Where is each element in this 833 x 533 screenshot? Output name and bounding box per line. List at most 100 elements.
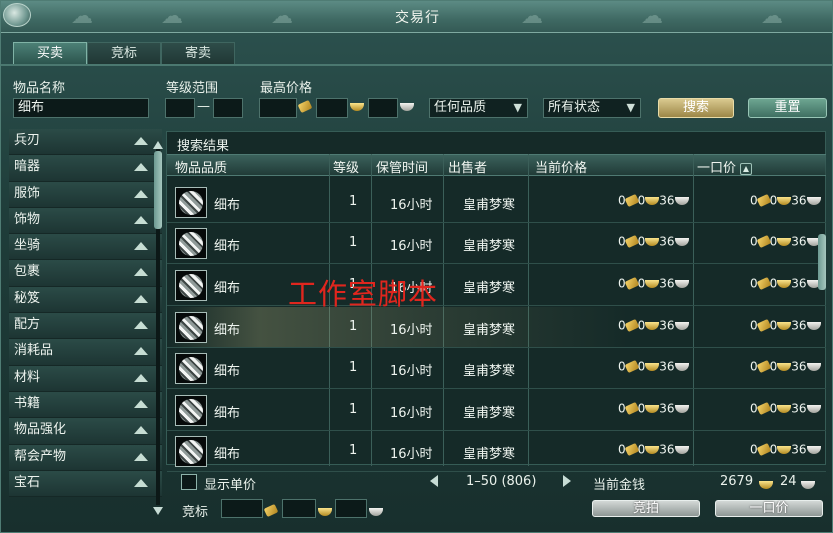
expand-arrow-icon[interactable]	[134, 373, 148, 382]
category-list: 兵刃 暗器 服饰 饰物 坐骑 包裹 秘笈配方消耗品材料 书籍物品强化帮会产物 宝石	[9, 129, 162, 519]
bid-button[interactable]: 竞拍	[592, 500, 700, 517]
gold-ingot-icon	[297, 99, 315, 117]
sort-ascending-icon[interactable]	[740, 162, 753, 175]
category-item[interactable]: 帮会产物	[9, 444, 162, 471]
yuanbao-icon	[777, 237, 792, 246]
bid-gold-input[interactable]	[221, 499, 263, 518]
item-seller: 皇甫梦寒	[463, 364, 516, 379]
max-price-gold-input[interactable]	[259, 98, 297, 118]
cloth-item-icon[interactable]	[175, 228, 207, 259]
price-copper: 36	[791, 318, 807, 333]
max-price-copper-input[interactable]	[368, 98, 398, 118]
item-level: 1	[349, 235, 358, 250]
silver-ingot-icon	[674, 279, 689, 288]
category-item[interactable]: 坐骑	[9, 234, 162, 261]
chevron-down-icon: ▼	[513, 101, 522, 114]
price-copper: 36	[791, 359, 807, 374]
expand-arrow-icon[interactable]	[134, 189, 148, 198]
table-row[interactable]: 细布 1 16小时 皇甫梦寒 0 0 36 0 0 36	[167, 307, 826, 348]
scroll-thumb[interactable]	[818, 234, 826, 290]
tab-bidding[interactable]: 竞标	[87, 42, 161, 64]
category-item[interactable]: 宝石	[9, 470, 162, 498]
results-scrollbar[interactable]	[817, 154, 827, 464]
prev-page-arrow-icon[interactable]	[430, 475, 438, 487]
category-item[interactable]: 配方	[9, 313, 162, 340]
next-page-arrow-icon[interactable]	[563, 475, 571, 487]
col-seller[interactable]: 出售者	[448, 157, 487, 176]
col-quality[interactable]: 物品品质	[175, 157, 227, 176]
table-row[interactable]: 细布 1 16小时 皇甫梦寒 0 0 36 0 0 36	[167, 223, 826, 264]
col-buyout[interactable]: 一口价	[697, 157, 753, 176]
cloth-item-icon[interactable]	[175, 353, 207, 384]
cloth-item-icon[interactable]	[175, 395, 207, 426]
expand-arrow-icon[interactable]	[134, 347, 148, 356]
category-item[interactable]: 饰物	[9, 207, 162, 235]
buyout-price: 0 0 36	[750, 442, 821, 457]
results-panel: 搜索结果 物品品质 等级 保管时间 出售者 当前价格 一口价 细布 1 16小时 皇甫…	[166, 131, 826, 472]
current-price: 0 0 36	[618, 276, 689, 291]
cloth-item-icon[interactable]	[175, 187, 207, 218]
table-row[interactable]: 细布 1 16小时 皇甫梦寒 0 0 36 0 0 36	[167, 348, 826, 389]
col-level[interactable]: 等级	[333, 157, 359, 176]
status-select[interactable]: 所有状态 ▼	[543, 98, 641, 118]
show-unit-price-label: 显示单价	[204, 478, 257, 493]
buyout-price: 0 0 36	[750, 234, 821, 249]
expand-arrow-icon[interactable]	[134, 321, 148, 330]
bid-copper-input[interactable]	[335, 499, 367, 518]
cloth-item-icon[interactable]	[175, 436, 207, 467]
category-item[interactable]: 书籍	[9, 391, 162, 419]
category-item[interactable]: 消耗品	[9, 339, 162, 366]
title-bar[interactable]: ☁ ☁ ☁ ☁ ☁ ☁ 交易行	[1, 1, 832, 33]
scroll-thumb[interactable]	[154, 151, 162, 229]
table-row[interactable]: 细布 1 16小时 皇甫梦寒 0 0 36 0 0 36	[167, 431, 826, 472]
category-item[interactable]: 包裹	[9, 260, 162, 287]
buyout-button[interactable]: 一口价	[715, 500, 823, 517]
search-button[interactable]: 搜索	[658, 98, 734, 118]
category-item[interactable]: 兵刃	[9, 129, 162, 156]
expand-arrow-icon[interactable]	[134, 426, 148, 435]
current-price: 0 0 36	[618, 318, 689, 333]
category-item[interactable]: 秘笈	[9, 286, 162, 314]
table-row[interactable]: 细布 1 16小时 皇甫梦寒 0 0 36 0 0 36	[167, 265, 826, 306]
reset-button[interactable]: 重置	[748, 98, 827, 118]
expand-arrow-icon[interactable]	[134, 268, 148, 277]
cloth-item-icon[interactable]	[175, 312, 207, 343]
col-duration[interactable]: 保管时间	[376, 157, 428, 176]
category-item[interactable]: 服饰	[9, 181, 162, 208]
tab-consign[interactable]: 寄卖	[161, 42, 235, 64]
expand-arrow-icon[interactable]	[134, 452, 148, 461]
tab-buy-sell[interactable]: 买卖	[13, 42, 87, 64]
quality-select[interactable]: 任何品质 ▼	[429, 98, 528, 118]
silver-ingot-icon	[674, 404, 689, 413]
show-unit-price-checkbox[interactable]	[181, 474, 197, 490]
category-item[interactable]: 物品强化	[9, 418, 162, 445]
category-item[interactable]: 暗器	[9, 155, 162, 182]
bid-silver-input[interactable]	[282, 499, 316, 518]
category-label: 消耗品	[14, 343, 54, 359]
max-price-silver-input[interactable]	[316, 98, 348, 118]
item-name-input[interactable]: 细布	[13, 98, 149, 118]
item-duration: 16小时	[390, 198, 433, 213]
category-scrollbar[interactable]	[153, 139, 163, 515]
scroll-up-arrow-icon[interactable]	[153, 141, 163, 149]
expand-arrow-icon[interactable]	[134, 478, 148, 487]
category-label: 配方	[14, 317, 41, 333]
table-row[interactable]: 细布 1 16小时 皇甫梦寒 0 0 36 0 0 36	[167, 182, 826, 223]
level-max-input[interactable]	[213, 98, 243, 118]
expand-arrow-icon[interactable]	[134, 399, 148, 408]
scroll-down-arrow-icon[interactable]	[153, 507, 163, 515]
level-min-input[interactable]	[165, 98, 195, 118]
expand-arrow-icon[interactable]	[134, 163, 148, 172]
category-label: 物品强化	[14, 422, 67, 438]
expand-arrow-icon[interactable]	[134, 215, 148, 224]
expand-arrow-icon[interactable]	[134, 294, 148, 303]
results-title: 搜索结果	[177, 139, 230, 154]
table-row[interactable]: 细布 1 16小时 皇甫梦寒 0 0 36 0 0 36	[167, 390, 826, 431]
cloth-item-icon[interactable]	[175, 270, 207, 301]
category-item[interactable]: 材料	[9, 365, 162, 392]
col-current-price[interactable]: 当前价格	[535, 157, 587, 176]
expand-arrow-icon[interactable]	[134, 137, 148, 145]
yuanbao-icon	[777, 196, 792, 205]
yuanbao-icon	[759, 477, 773, 492]
expand-arrow-icon[interactable]	[134, 242, 148, 251]
